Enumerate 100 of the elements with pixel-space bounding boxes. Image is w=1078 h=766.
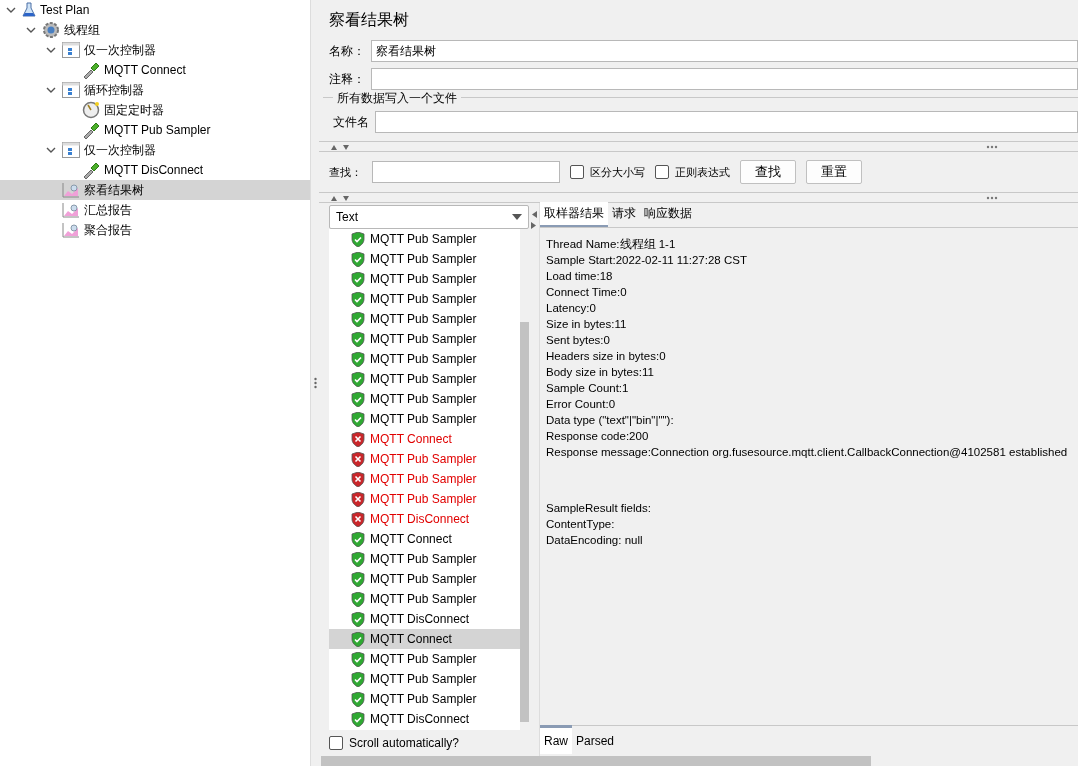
result-item[interactable]: MQTT Pub Sampler	[329, 229, 520, 249]
result-item[interactable]: MQTT Connect	[329, 429, 520, 449]
result-text-line: Size in bytes:11	[546, 317, 627, 332]
graph-icon	[62, 202, 80, 218]
filename-field[interactable]	[375, 111, 1078, 133]
dropdown-caret-icon	[512, 214, 522, 220]
check-shield-icon	[351, 671, 365, 687]
tree-item[interactable]: MQTT Pub Sampler	[0, 120, 310, 140]
result-item[interactable]: MQTT Pub Sampler	[329, 589, 520, 609]
result-item[interactable]: MQTT Pub Sampler	[329, 289, 520, 309]
result-item[interactable]: MQTT Pub Sampler	[329, 249, 520, 269]
result-item[interactable]: MQTT Pub Sampler	[329, 669, 520, 689]
checkbox[interactable]	[570, 165, 584, 179]
result-item[interactable]: MQTT Pub Sampler	[329, 309, 520, 329]
graph-icon	[62, 222, 80, 238]
tree-item[interactable]: MQTT DisConnect	[0, 160, 310, 180]
result-item[interactable]: MQTT Pub Sampler	[329, 449, 520, 469]
tab[interactable]: Parsed	[572, 725, 619, 754]
tab[interactable]: Raw	[540, 725, 572, 754]
result-item[interactable]: MQTT Connect	[329, 629, 520, 649]
search-button[interactable]: 重置	[806, 160, 862, 184]
tree-item[interactable]: Test Plan	[0, 0, 310, 20]
tab[interactable]: 取样器结果	[540, 202, 608, 227]
tree-item[interactable]: 循环控制器	[0, 80, 310, 100]
tree-item[interactable]: 仅一次控制器	[0, 140, 310, 160]
name-field[interactable]: 察看结果树	[371, 40, 1078, 62]
check-shield-icon	[351, 251, 365, 267]
result-item[interactable]: MQTT Pub Sampler	[329, 349, 520, 369]
result-text-line: Connect Time:0	[546, 285, 627, 300]
search-button[interactable]: 查找	[740, 160, 796, 184]
tree-item[interactable]: 汇总报告	[0, 200, 310, 220]
renderer-dropdown[interactable]: Text	[329, 205, 529, 229]
caret-icon[interactable]	[26, 27, 36, 33]
caret-icon[interactable]	[46, 47, 56, 53]
result-text-line: SampleResult fields:	[546, 501, 651, 516]
result-item[interactable]: MQTT Pub Sampler	[329, 269, 520, 289]
result-item[interactable]: MQTT Pub Sampler	[329, 329, 520, 349]
result-item[interactable]: MQTT DisConnect	[329, 509, 520, 529]
result-item[interactable]: MQTT Pub Sampler	[329, 569, 520, 589]
collapse-arrows-icon[interactable]	[331, 194, 351, 201]
result-item[interactable]: MQTT Pub Sampler	[329, 489, 520, 509]
comment-field[interactable]	[371, 68, 1078, 90]
check-shield-icon	[351, 631, 365, 647]
check-shield-icon	[351, 271, 365, 287]
tree-item[interactable]: 仅一次控制器	[0, 40, 310, 60]
scrollbar[interactable]	[321, 756, 871, 766]
check-shield-icon	[351, 591, 365, 607]
check-shield-icon	[351, 611, 365, 627]
check-shield-icon	[351, 291, 365, 307]
tab[interactable]: 响应数据	[640, 202, 696, 227]
controller-icon	[62, 42, 80, 58]
cross-shield-icon	[351, 511, 365, 527]
result-item[interactable]: MQTT DisConnect	[329, 609, 520, 629]
collapse-arrows-icon[interactable]	[331, 143, 351, 150]
result-text-line: Response code:200	[546, 429, 649, 444]
grip-icon[interactable]	[986, 144, 998, 149]
cross-shield-icon	[351, 451, 365, 467]
result-item[interactable]: MQTT Pub Sampler	[329, 469, 520, 489]
result-item[interactable]: MQTT Pub Sampler	[329, 549, 520, 569]
result-item[interactable]: MQTT Connect	[329, 529, 520, 549]
checkbox[interactable]	[655, 165, 669, 179]
result-item[interactable]: MQTT Pub Sampler	[329, 409, 520, 429]
search-field[interactable]	[372, 161, 560, 183]
grip-icon[interactable]	[313, 377, 317, 389]
result-item[interactable]: MQTT Pub Sampler	[329, 369, 520, 389]
tree-item[interactable]: 聚合报告	[0, 220, 310, 240]
result-item[interactable]: MQTT DisConnect	[329, 709, 520, 729]
collapse-arrows-icon[interactable]	[531, 211, 537, 231]
check-shield-icon	[351, 351, 365, 367]
tree-item[interactable]: 固定定时器	[0, 100, 310, 120]
result-text-line: Thread Name:线程组 1-1	[546, 237, 676, 252]
cross-shield-icon	[351, 491, 365, 507]
check-shield-icon	[351, 651, 365, 667]
flask-icon	[22, 2, 36, 18]
caret-icon[interactable]	[46, 87, 56, 93]
grip-icon[interactable]	[986, 195, 998, 200]
caret-icon[interactable]	[6, 7, 16, 13]
gear-icon	[42, 21, 60, 39]
result-text-line: Sent bytes:0	[546, 333, 610, 348]
result-item[interactable]: MQTT Pub Sampler	[329, 689, 520, 709]
tree-item[interactable]: 线程组	[0, 20, 310, 40]
tab[interactable]: 请求	[608, 202, 640, 227]
check-shield-icon	[351, 531, 365, 547]
result-item[interactable]: MQTT Pub Sampler	[329, 389, 520, 409]
dropper-icon	[82, 121, 100, 139]
scrollbar[interactable]	[520, 229, 529, 730]
checkbox[interactable]	[329, 736, 343, 750]
check-shield-icon	[351, 711, 365, 727]
result-text-line: DataEncoding: null	[546, 533, 643, 548]
result-text-line: ContentType:	[546, 517, 615, 532]
tree-item[interactable]: MQTT Connect	[0, 60, 310, 80]
check-shield-icon	[351, 311, 365, 327]
field-label: 名称：	[329, 42, 365, 60]
cross-shield-icon	[351, 471, 365, 487]
result-text-line: Sample Start:2022-02-11 11:27:28 CST	[546, 253, 747, 268]
caret-icon[interactable]	[46, 147, 56, 153]
dropper-icon	[82, 61, 100, 79]
tree-item[interactable]: 察看结果树	[0, 180, 310, 200]
result-item[interactable]: MQTT Pub Sampler	[329, 649, 520, 669]
controller-icon	[62, 142, 80, 158]
